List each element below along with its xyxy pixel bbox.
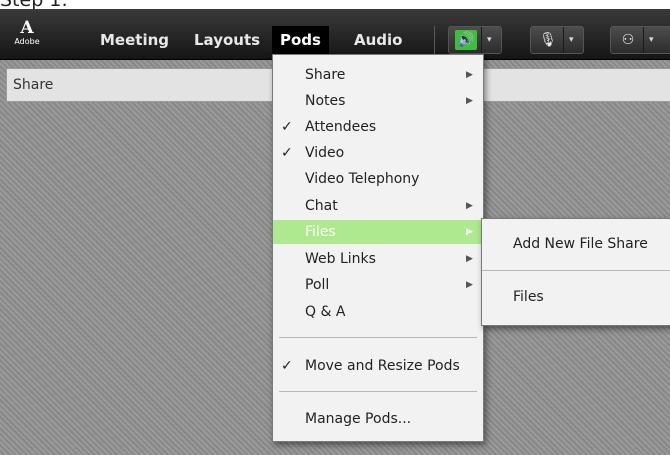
button-split bbox=[481, 27, 482, 53]
files-submenu-files[interactable]: Files bbox=[482, 285, 670, 309]
microphone-dropdown-icon[interactable]: ▾ bbox=[569, 27, 574, 53]
submenu-arrow-icon: ▶ bbox=[466, 254, 473, 264]
menu-item-label: Notes bbox=[305, 93, 346, 109]
menu-pods[interactable]: Pods bbox=[272, 26, 329, 54]
pods-menu-web-links[interactable]: Web Links ▶ bbox=[273, 247, 483, 271]
pods-menu-video[interactable]: ✓ Video bbox=[273, 141, 483, 165]
pods-menu-files[interactable]: Files ▶ bbox=[273, 220, 483, 244]
button-split bbox=[563, 27, 564, 53]
pods-menu-video-telephony[interactable]: Video Telephony bbox=[273, 167, 483, 191]
pods-menu-share[interactable]: Share ▶ bbox=[273, 63, 483, 87]
submenu-item-label: Files bbox=[513, 289, 544, 305]
menu-item-label: Q & A bbox=[305, 304, 346, 320]
webcam-button[interactable]: ⚇ ▾ bbox=[610, 26, 670, 54]
submenu-divider bbox=[482, 270, 670, 271]
menu-item-label: Share bbox=[305, 67, 346, 83]
menu-meeting[interactable]: Meeting bbox=[92, 26, 177, 54]
webcam-dropdown-icon[interactable]: ▾ bbox=[649, 27, 654, 53]
step-caption: Step 1: bbox=[0, 0, 68, 11]
submenu-item-label: Add New File Share bbox=[513, 236, 648, 252]
files-submenu-add-new-file-share[interactable]: Add New File Share bbox=[482, 232, 670, 256]
pod-title: Share bbox=[13, 77, 54, 93]
pods-menu-move-resize[interactable]: ✓ Move and Resize Pods bbox=[273, 354, 483, 378]
pods-menu: Share ▶ Notes ▶ ✓ Attendees ✓ Video Vide… bbox=[272, 54, 484, 442]
menu-item-label: Chat bbox=[305, 198, 338, 214]
webcam-icon: ⚇ bbox=[621, 32, 635, 48]
speaker-button[interactable]: 🔊 ▾ bbox=[448, 26, 502, 54]
menu-audio[interactable]: Audio bbox=[346, 26, 410, 54]
toolbar-divider bbox=[434, 26, 435, 54]
menu-layouts[interactable]: Layouts bbox=[186, 26, 268, 54]
meeting-menu-bar: A Adobe Meeting Layouts Pods Audio 🔊 ▾ 🎙… bbox=[0, 9, 670, 60]
adobe-logo: A Adobe bbox=[10, 19, 44, 53]
speaker-dropdown-icon[interactable]: ▾ bbox=[487, 27, 492, 53]
menu-divider bbox=[279, 337, 477, 338]
submenu-arrow-icon: ▶ bbox=[466, 70, 473, 80]
adobe-logo-mark: A bbox=[20, 18, 34, 38]
pods-menu-chat[interactable]: Chat ▶ bbox=[273, 194, 483, 218]
pods-menu-attendees[interactable]: ✓ Attendees bbox=[273, 115, 483, 139]
submenu-arrow-icon: ▶ bbox=[466, 96, 473, 106]
button-split bbox=[643, 27, 644, 53]
checkmark-icon: ✓ bbox=[281, 358, 293, 374]
checkmark-icon: ✓ bbox=[281, 119, 293, 135]
submenu-arrow-icon: ▶ bbox=[466, 201, 473, 211]
menu-item-label: Video bbox=[305, 145, 345, 161]
menu-item-label: Attendees bbox=[305, 119, 377, 135]
pods-menu-manage[interactable]: Manage Pods... bbox=[273, 407, 483, 431]
speaker-icon: 🔊 bbox=[455, 30, 477, 50]
menu-divider bbox=[279, 391, 477, 392]
microphone-icon: 🎙 bbox=[539, 32, 557, 48]
pods-menu-qa[interactable]: Q & A bbox=[273, 300, 483, 324]
pods-menu-poll[interactable]: Poll ▶ bbox=[273, 273, 483, 297]
files-submenu: Add New File Share Files bbox=[481, 218, 670, 326]
pods-menu-notes[interactable]: Notes ▶ bbox=[273, 89, 483, 113]
submenu-arrow-icon: ▶ bbox=[466, 280, 473, 290]
menu-item-label: Manage Pods... bbox=[305, 411, 412, 427]
menu-item-label: Poll bbox=[305, 277, 330, 293]
menu-item-label: Web Links bbox=[305, 251, 376, 267]
submenu-arrow-icon: ▶ bbox=[466, 227, 473, 237]
menu-item-label: Files bbox=[305, 224, 336, 240]
menu-item-label: Video Telephony bbox=[305, 171, 420, 187]
adobe-logo-text: Adobe bbox=[14, 37, 40, 46]
menu-item-label: Move and Resize Pods bbox=[305, 358, 460, 374]
checkmark-icon: ✓ bbox=[281, 145, 293, 161]
microphone-button[interactable]: 🎙 ▾ bbox=[530, 26, 584, 54]
